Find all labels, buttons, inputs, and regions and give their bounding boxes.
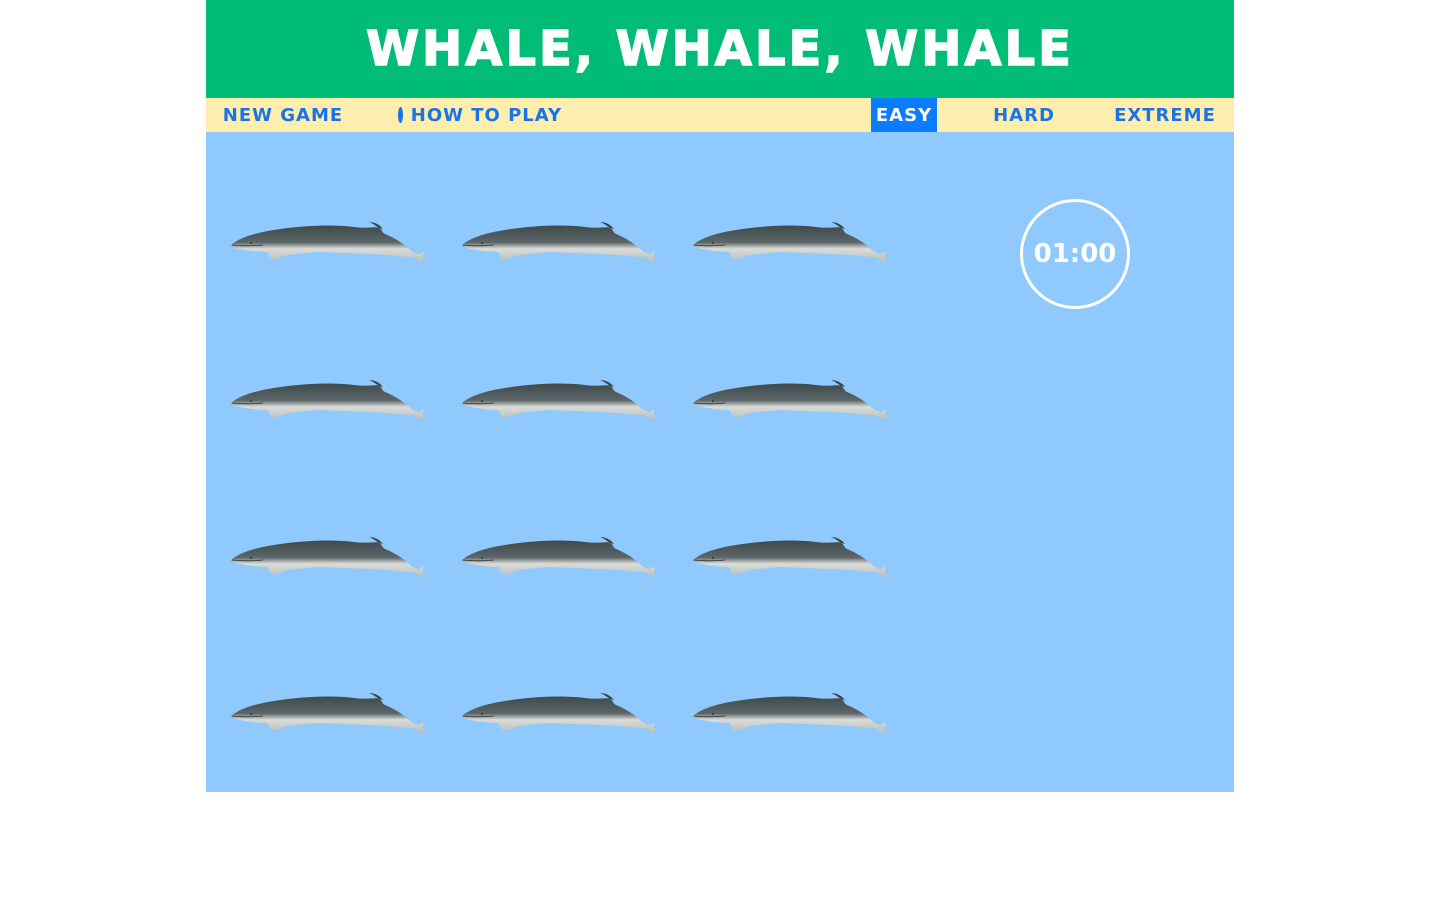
whale-card[interactable]: [229, 377, 429, 427]
whale-card[interactable]: [691, 690, 891, 740]
whale-card[interactable]: [460, 534, 660, 584]
whale-icon: [460, 534, 660, 584]
how-to-play-label: HOW TO PLAY: [410, 104, 562, 126]
whale-icon: [691, 377, 891, 427]
whale-card[interactable]: [229, 534, 429, 584]
whale-icon: [460, 690, 660, 740]
whale-card[interactable]: [460, 377, 660, 427]
game-app: Whale, Whale, Whale NEW GAME HOW TO PLAY…: [206, 0, 1234, 792]
whale-card[interactable]: [460, 690, 660, 740]
new-game-button[interactable]: NEW GAME: [206, 98, 360, 132]
how-to-play-button[interactable]: HOW TO PLAY: [398, 98, 562, 132]
whale-icon: [229, 534, 429, 584]
nav-bar: NEW GAME HOW TO PLAY EASY HARD EXTREME: [206, 98, 1234, 132]
whale-icon: [691, 690, 891, 740]
whale-icon: [691, 534, 891, 584]
whale-icon: [460, 377, 660, 427]
whale-card[interactable]: [229, 219, 429, 269]
game-title: Whale, Whale, Whale: [365, 20, 1074, 78]
whale-card[interactable]: [460, 219, 660, 269]
whale-card[interactable]: [691, 219, 891, 269]
whale-card[interactable]: [691, 377, 891, 427]
difficulty-easy-tab[interactable]: EASY: [871, 98, 937, 132]
whale-card[interactable]: [691, 534, 891, 584]
countdown-timer: 01:00: [1020, 199, 1130, 309]
header: Whale, Whale, Whale: [206, 0, 1234, 98]
whale-icon: [460, 219, 660, 269]
whale-icon: [229, 377, 429, 427]
play-circle-icon: [398, 107, 410, 123]
difficulty-hard-tab[interactable]: HARD: [982, 98, 1066, 132]
difficulty-extreme-tab[interactable]: EXTREME: [1106, 98, 1224, 132]
game-board: 01:00: [206, 132, 1234, 792]
whale-card[interactable]: [229, 690, 429, 740]
whale-icon: [229, 690, 429, 740]
whale-icon: [691, 219, 891, 269]
whale-icon: [229, 219, 429, 269]
